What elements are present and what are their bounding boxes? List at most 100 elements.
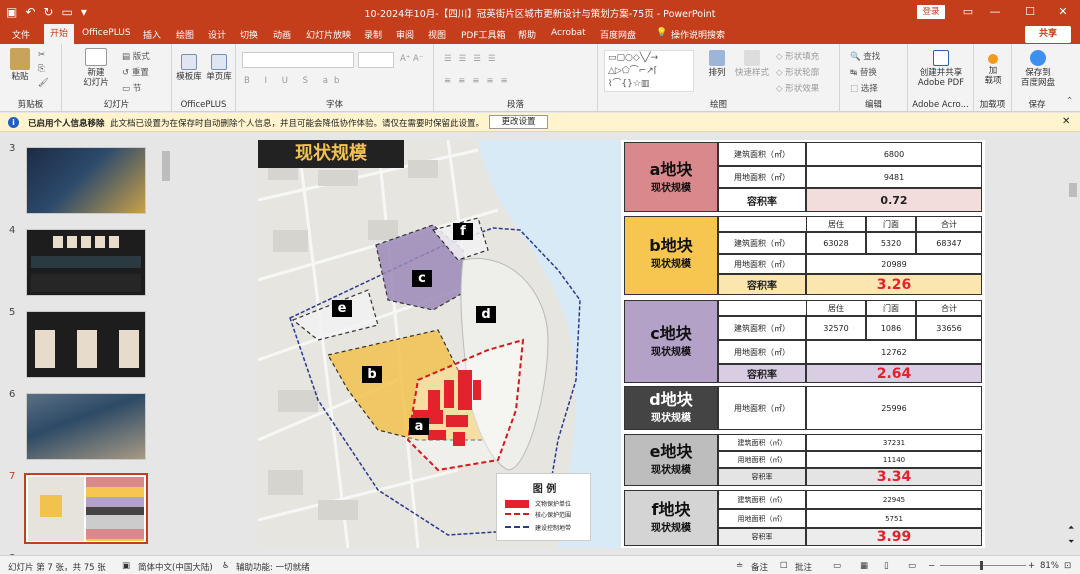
format-painter-icon[interactable]: 🖌: [38, 78, 49, 88]
close-button[interactable]: ✕: [1053, 3, 1073, 21]
tab-help[interactable]: 帮助: [518, 28, 536, 41]
font-grow-icon[interactable]: A⁺ A⁻: [400, 54, 423, 64]
copy-icon[interactable]: ⎘: [38, 64, 45, 74]
replace-button[interactable]: ↹ 替换: [850, 66, 877, 78]
tab-transitions[interactable]: 切换: [240, 28, 258, 41]
ribbon-display-icon[interactable]: ▭: [958, 3, 978, 21]
slide-thumbnail-active[interactable]: [24, 473, 148, 544]
cut-icon[interactable]: ✂: [38, 50, 45, 60]
list-icons[interactable]: ☰☰☰☰: [444, 54, 502, 64]
slide-thumbnail[interactable]: [26, 147, 146, 214]
scrollbar-thumb[interactable]: [1069, 183, 1077, 197]
maximize-button[interactable]: ☐: [1020, 3, 1040, 21]
next-slide-icon[interactable]: ⏷: [1068, 537, 1074, 547]
marker-d: d: [476, 306, 496, 323]
tab-design[interactable]: 设计: [208, 28, 226, 41]
shape-fill-button[interactable]: ◇ 形状填充: [776, 50, 819, 62]
tab-record[interactable]: 录制: [364, 28, 382, 41]
marker-b: b: [362, 366, 382, 383]
fit-slide-icon[interactable]: ⊡: [1064, 561, 1071, 571]
accessibility-status[interactable]: 辅助功能: 一切就绪: [236, 561, 310, 573]
thumb-decor: [86, 477, 144, 541]
align-icons[interactable]: ≡≡≡≡≡: [444, 76, 515, 86]
far-value-b: 3.26: [806, 274, 982, 295]
cell-value: 1086: [866, 316, 916, 340]
tab-insert[interactable]: 插入: [143, 28, 161, 41]
info-message: 此文档已设置为在保存时自动删除个人信息，并且可能会降低协作体验。请仅在需要时保留…: [110, 119, 485, 129]
paste-button[interactable]: 粘贴: [6, 48, 34, 82]
tab-baidu[interactable]: 百度网盘: [600, 28, 636, 41]
tab-slideshow[interactable]: 幻灯片放映: [306, 28, 351, 41]
notes-button[interactable]: 备注: [751, 561, 768, 573]
reset-button[interactable]: ↺ 重置: [122, 66, 149, 78]
save-to-baidu-button[interactable]: 保存到 百度网盘: [1014, 50, 1062, 88]
zoom-out-icon[interactable]: −: [928, 561, 935, 571]
zoom-slider-thumb[interactable]: [980, 561, 983, 570]
section-button[interactable]: ▭ 节: [122, 82, 141, 94]
normal-view-icon[interactable]: ▭: [833, 561, 841, 571]
quick-styles-button[interactable]: 快速样式: [734, 50, 770, 78]
select-button[interactable]: ⬚ 选择: [850, 82, 878, 94]
shape-effects-button[interactable]: ◇ 形状效果: [776, 82, 819, 94]
language-indicator[interactable]: 简体中文(中国大陆): [138, 561, 213, 573]
font-style-icons[interactable]: B I U S ab: [244, 76, 345, 86]
notes-icon[interactable]: ≐: [736, 561, 743, 571]
slide-thumbnail[interactable]: [26, 311, 146, 378]
zoom-level[interactable]: 81%: [1040, 561, 1059, 571]
shape-outline-button[interactable]: ◇ 形状轮廓: [776, 66, 819, 78]
collapse-ribbon-icon[interactable]: ⌃: [1066, 96, 1073, 106]
single-page-button[interactable]: 单页库: [204, 54, 234, 82]
slideshow-icon[interactable]: ▭: [908, 561, 916, 571]
cell-value: 11140: [806, 451, 982, 468]
reading-view-icon[interactable]: ▯: [884, 561, 889, 571]
tab-view[interactable]: 视图: [428, 28, 446, 41]
shapes-gallery[interactable]: ▭▢○◇╲╱→ △▷⬠⌒⌐↗⌈ ⌇⌒{}☆▥: [604, 50, 694, 92]
tab-animations[interactable]: 动画: [273, 28, 291, 41]
template-library-button[interactable]: 模板库: [174, 54, 204, 82]
group-label-officeplus: OfficePLUS: [180, 100, 227, 110]
title-bar: ▣ ↶ ↻ ▭ ▾ 10-2024年10月-【四川】冠英街片区城市更新设计与策划…: [0, 0, 1080, 24]
slide-canvas[interactable]: 现状规模 f c e d b a 图 例 文物保护单位 核心保护范围 建设控制地…: [258, 140, 985, 548]
slide-thumbnail[interactable]: [26, 229, 146, 296]
spellcheck-icon[interactable]: ▣: [122, 561, 130, 571]
zoom-in-icon[interactable]: +: [1028, 561, 1035, 571]
tab-pdf-toolbox[interactable]: PDF工具箱: [461, 28, 506, 41]
tell-me-search[interactable]: 操作说明搜索: [671, 28, 725, 41]
layout-button[interactable]: ▤ 版式: [122, 50, 150, 62]
marker-f: f: [453, 223, 473, 240]
prev-slide-icon[interactable]: ⏶: [1068, 523, 1074, 533]
row-label: 用地面积（㎡）: [718, 166, 806, 188]
login-button[interactable]: 登录: [917, 5, 945, 19]
row-label: 用地面积（㎡）: [718, 340, 806, 364]
comments-button[interactable]: 批注: [795, 561, 812, 573]
find-button[interactable]: 🔍 查找: [850, 50, 880, 62]
thumbnail-scrollbar[interactable]: [160, 133, 172, 555]
info-icon: i: [8, 117, 19, 128]
close-icon[interactable]: ✕: [1062, 116, 1070, 127]
share-button[interactable]: 共享: [1025, 26, 1071, 43]
tab-home[interactable]: 开始: [44, 24, 74, 44]
font-name-box[interactable]: [242, 52, 354, 68]
tab-acrobat[interactable]: Acrobat: [551, 28, 586, 38]
zoom-slider[interactable]: [940, 565, 1026, 566]
minimize-button[interactable]: —: [985, 3, 1005, 21]
tab-officeplus[interactable]: OfficePLUS: [82, 28, 131, 38]
slide-title: 现状规模: [258, 140, 404, 168]
tab-review[interactable]: 审阅: [396, 28, 414, 41]
addins-button[interactable]: 加 载项: [978, 50, 1008, 86]
arrange-button[interactable]: 排列: [704, 50, 730, 78]
tab-draw[interactable]: 绘图: [176, 28, 194, 41]
cell-value: 33656: [916, 316, 982, 340]
accessibility-icon[interactable]: ♿: [222, 561, 230, 571]
change-settings-button[interactable]: 更改设置: [489, 115, 548, 129]
font-size-box[interactable]: [358, 52, 394, 68]
col-head: 居住: [806, 300, 866, 316]
slide-thumbnail[interactable]: [26, 393, 146, 460]
tab-file[interactable]: 文件: [12, 28, 30, 41]
create-adobe-pdf-button[interactable]: 创建并共享 Adobe PDF: [912, 50, 970, 88]
slide-scrollbar[interactable]: ⏶ ⏷: [1066, 133, 1080, 555]
scrollbar-thumb[interactable]: [162, 151, 170, 181]
slide-sorter-icon[interactable]: ▦: [860, 561, 868, 571]
new-slide-button[interactable]: 新建 幻灯片: [76, 48, 116, 88]
comments-icon[interactable]: ☐: [780, 561, 788, 571]
